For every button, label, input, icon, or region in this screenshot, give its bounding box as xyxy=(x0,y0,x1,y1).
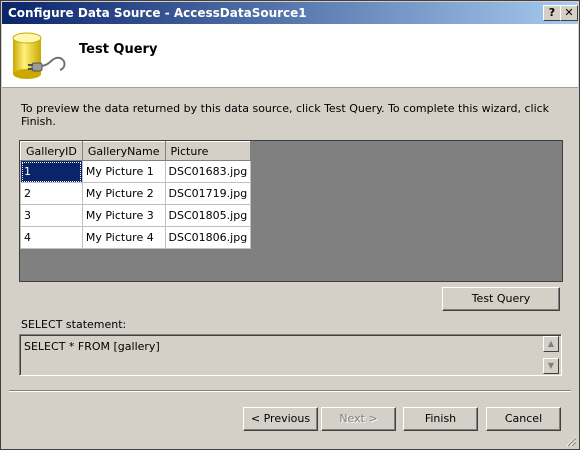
column-header-galleryid[interactable]: GalleryID xyxy=(20,141,83,161)
table-row[interactable]: 3 My Picture 3 DSC01805.jpg xyxy=(20,204,252,227)
scroll-up-icon[interactable]: ▲ xyxy=(543,336,559,352)
resize-grip-icon[interactable] xyxy=(565,435,577,447)
database-plug-icon xyxy=(12,32,66,79)
table-row[interactable]: 4 My Picture 4 DSC01806.jpg xyxy=(20,226,252,249)
close-button[interactable]: ✕ xyxy=(560,5,578,21)
table-cell[interactable]: My Picture 2 xyxy=(81,182,166,205)
window-title: Configure Data Source - AccessDataSource… xyxy=(8,6,307,20)
wizard-header: Test Query xyxy=(2,24,578,88)
table-row[interactable]: 2 My Picture 2 DSC01719.jpg xyxy=(20,182,252,205)
table-cell[interactable]: My Picture 4 xyxy=(81,226,166,249)
select-statement-value: SELECT * FROM [gallery] xyxy=(24,340,160,353)
previous-button[interactable]: < Previous xyxy=(243,407,318,431)
table-cell[interactable]: DSC01683.jpg xyxy=(164,160,252,183)
select-statement-label: SELECT statement: xyxy=(21,318,127,331)
page-title: Test Query xyxy=(79,42,158,57)
footer-divider xyxy=(9,390,571,392)
table-cell[interactable]: 3 xyxy=(20,204,83,227)
table-cell[interactable]: 4 xyxy=(20,226,83,249)
test-query-button[interactable]: Test Query xyxy=(442,287,560,311)
table-row[interactable]: 1 My Picture 1 DSC01683.jpg xyxy=(20,160,252,183)
title-bar[interactable]: Configure Data Source - AccessDataSource… xyxy=(2,2,578,24)
results-grid[interactable]: GalleryID GalleryName Picture 1 My Pictu… xyxy=(19,140,563,282)
instructions-text: To preview the data returned by this dat… xyxy=(21,102,550,128)
table-cell[interactable]: My Picture 3 xyxy=(81,204,166,227)
select-statement-field[interactable]: SELECT * FROM [gallery] ▲ ▼ xyxy=(19,334,562,376)
table-cell[interactable]: My Picture 1 xyxy=(81,160,166,183)
column-header-galleryname[interactable]: GalleryName xyxy=(81,141,166,161)
next-button[interactable]: Next > xyxy=(321,407,396,431)
finish-button[interactable]: Finish xyxy=(403,407,478,431)
table-cell[interactable]: DSC01805.jpg xyxy=(164,204,252,227)
scroll-down-icon[interactable]: ▼ xyxy=(543,358,559,374)
table-cell[interactable]: 2 xyxy=(20,182,83,205)
header-row: GalleryID GalleryName Picture xyxy=(20,141,252,161)
configure-data-source-dialog: Configure Data Source - AccessDataSource… xyxy=(0,0,580,450)
column-header-picture[interactable]: Picture xyxy=(164,141,252,161)
table-cell[interactable]: DSC01719.jpg xyxy=(164,182,252,205)
cancel-button[interactable]: Cancel xyxy=(486,407,561,431)
table-cell[interactable]: DSC01806.jpg xyxy=(164,226,252,249)
table-cell[interactable]: 1 xyxy=(20,160,83,183)
help-button[interactable]: ? xyxy=(543,5,561,21)
results-table: GalleryID GalleryName Picture 1 My Pictu… xyxy=(20,141,252,249)
